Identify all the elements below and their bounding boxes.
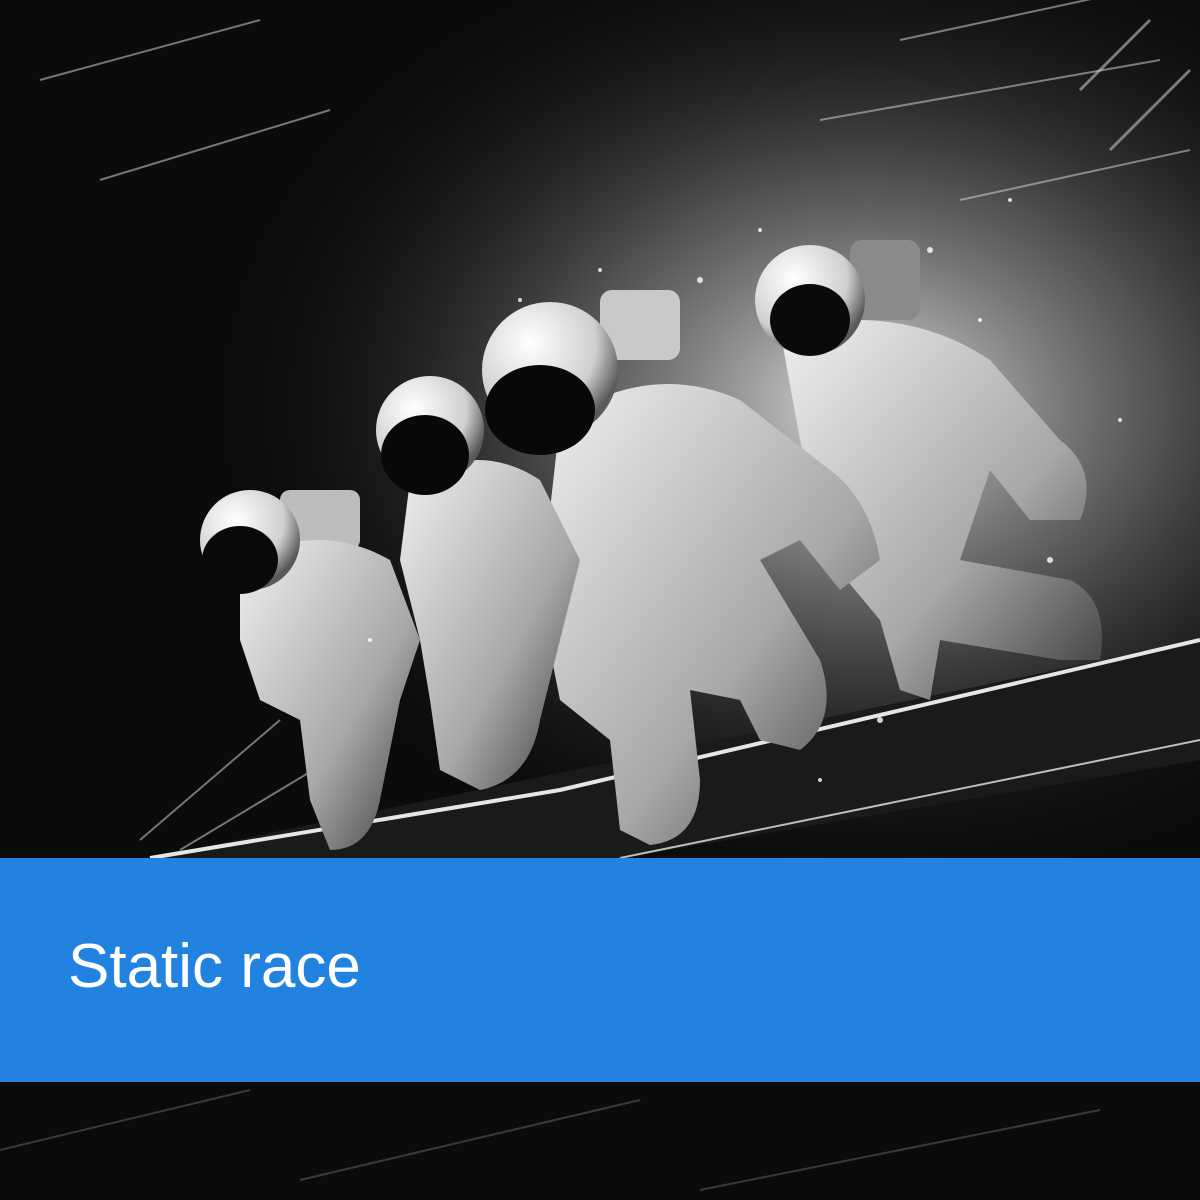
banner-title: Static race <box>68 931 361 1001</box>
title-banner: Static race <box>0 858 1200 1082</box>
poster: Static race <box>0 0 1200 1200</box>
